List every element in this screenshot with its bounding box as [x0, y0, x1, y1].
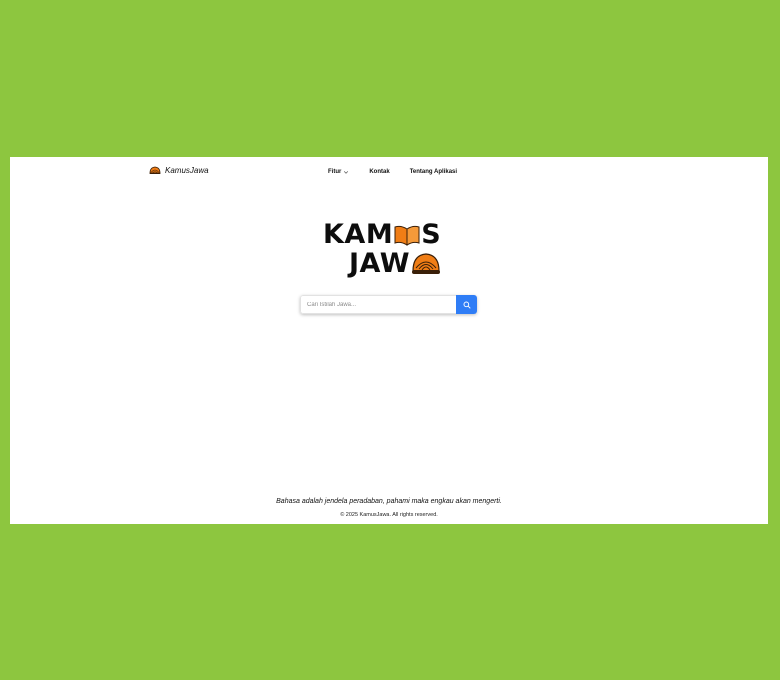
nav-item-kontak[interactable]: Kontak: [369, 169, 389, 175]
page: KamusJawa Fitur Kontak Tentang Aplikasi …: [10, 157, 768, 524]
logo-text-jaw: JAW: [349, 248, 411, 279]
footer-copyright: © 2025 KamusJawa. All rights reserved.: [340, 512, 438, 518]
logo-text-kam: KAM: [323, 219, 394, 250]
nav-item-label: Kontak: [369, 169, 390, 175]
footer-quote: Bahasa adalah jendela peradaban, pahami …: [276, 498, 502, 505]
blangkon-icon: [149, 166, 161, 175]
nav-item-tentang-aplikasi[interactable]: Tentang Aplikasi: [410, 169, 457, 175]
blangkon-icon: [411, 252, 441, 276]
chevron-down-icon: [343, 169, 349, 175]
logo-text-s: S: [421, 219, 442, 250]
brand-name: KamusJawa: [165, 166, 209, 175]
search-icon: [463, 297, 471, 312]
search-input[interactable]: [300, 295, 456, 314]
open-book-icon: [394, 224, 420, 246]
top-nav: Fitur Kontak Tentang Aplikasi: [328, 169, 457, 175]
nav-item-label: Tentang Aplikasi: [409, 169, 458, 175]
brand[interactable]: KamusJawa: [149, 166, 209, 175]
logo: KAM S JAW: [323, 219, 463, 279]
search-button[interactable]: [456, 295, 477, 314]
nav-item-label: Fitur: [328, 169, 342, 175]
search-bar: [300, 295, 477, 314]
nav-item-fitur[interactable]: Fitur: [328, 169, 349, 175]
logo-line-1: KAM S: [323, 221, 441, 248]
logo-line-2: JAW: [349, 250, 442, 277]
